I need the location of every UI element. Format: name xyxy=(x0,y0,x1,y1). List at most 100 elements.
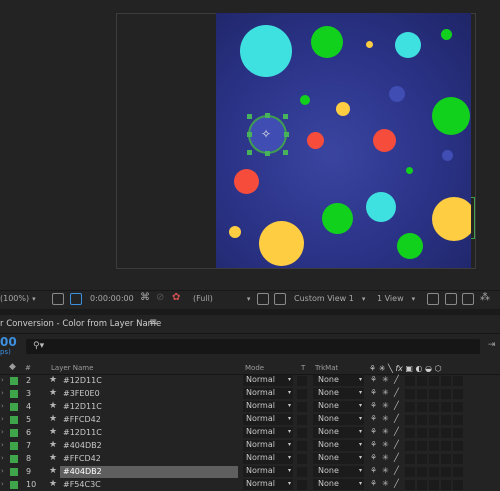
yellow-dot[interactable] xyxy=(229,226,241,238)
red-dot[interactable] xyxy=(234,169,259,194)
motion-blur-switch[interactable] xyxy=(429,376,439,386)
trkmat-column[interactable]: TrkMat xyxy=(315,364,338,372)
collapse-switch-icon[interactable]: ✳ xyxy=(382,427,389,436)
layer-name-column[interactable]: Layer Name xyxy=(51,364,93,372)
adjustment-layer-switch[interactable] xyxy=(441,454,451,464)
network-icon[interactable]: ⁂ xyxy=(480,292,490,303)
shy-switch-icon[interactable]: ⚘ xyxy=(370,479,377,488)
search-input[interactable] xyxy=(26,339,480,354)
timeline-panel-tab[interactable]: r Conversion - Color from Layer Name ≡ xyxy=(0,315,500,334)
label-color-swatch[interactable] xyxy=(10,455,18,463)
shy-switch-icon[interactable]: ⚘ xyxy=(370,440,377,449)
twirl-down-icon[interactable]: › xyxy=(1,441,4,449)
frame-blend-switch[interactable] xyxy=(417,480,427,490)
motion-blur-switch[interactable] xyxy=(429,480,439,490)
adjustment-layer-switch[interactable] xyxy=(441,428,451,438)
blue-dot[interactable] xyxy=(442,150,453,161)
green-dot[interactable] xyxy=(300,95,310,105)
collapse-switch-icon[interactable]: ✳ xyxy=(382,388,389,397)
adjustment-layer-switch[interactable] xyxy=(441,441,451,451)
frame-blend-switch[interactable] xyxy=(417,415,427,425)
mode-dropdown[interactable]: Normal ▾ xyxy=(243,388,293,399)
transform-handle[interactable] xyxy=(283,114,288,119)
effects-switch[interactable] xyxy=(405,467,415,477)
transparency-grid-icon[interactable] xyxy=(274,293,286,305)
quality-switch-icon[interactable]: ╱ xyxy=(394,414,399,423)
color-channels-icon[interactable]: ✿ xyxy=(172,292,180,303)
3d-layer-switch[interactable] xyxy=(453,454,463,464)
quality-switch-icon[interactable]: ╱ xyxy=(394,453,399,462)
label-color-swatch[interactable] xyxy=(10,468,18,476)
layer-name-cell[interactable]: #12D11C xyxy=(60,401,238,413)
shy-switch-icon[interactable]: ⚘ xyxy=(370,466,377,475)
anchor-point-icon[interactable]: ✧ xyxy=(261,128,271,140)
label-color-swatch[interactable] xyxy=(10,403,18,411)
share-view-icon[interactable] xyxy=(462,293,474,305)
layer-name-cell[interactable]: #FFCD42 xyxy=(60,414,238,426)
green-dot[interactable] xyxy=(311,26,343,58)
trkmat-dropdown[interactable]: None ▾ xyxy=(313,453,364,464)
shy-switch-icon[interactable]: ⚘ xyxy=(370,375,377,384)
mode-dropdown[interactable]: Normal ▾ xyxy=(243,466,293,477)
layer-row[interactable]: › 7 ★ #404DB2 Normal ▾ None ▾ ⚘ ✳ ╱ xyxy=(0,440,500,452)
view-dropdown[interactable]: Custom View 1 ▾ xyxy=(294,294,365,303)
twirl-down-icon[interactable]: › xyxy=(1,428,4,436)
trkmat-dropdown[interactable]: None ▾ xyxy=(313,440,364,451)
twirl-down-icon[interactable]: › xyxy=(1,389,4,397)
frame-blend-switch[interactable] xyxy=(417,454,427,464)
preserve-transparency-toggle[interactable] xyxy=(297,441,307,451)
preserve-transparency-toggle[interactable] xyxy=(297,454,307,464)
mode-dropdown[interactable]: Normal ▾ xyxy=(243,453,293,464)
layer-name-cell[interactable]: #3FE0E0 xyxy=(60,388,238,400)
3d-layer-switch[interactable] xyxy=(453,441,463,451)
transform-handle[interactable] xyxy=(284,132,289,137)
shy-switch-icon[interactable]: ⚘ xyxy=(370,414,377,423)
trkmat-dropdown[interactable]: None ▾ xyxy=(313,479,364,490)
adjustment-layer-switch[interactable] xyxy=(441,467,451,477)
layer-name-cell[interactable]: #FFCD42 xyxy=(60,453,238,465)
twirl-down-icon[interactable]: › xyxy=(1,454,4,462)
layer-row[interactable]: › 10 ★ #F54C3C Normal ▾ None ▾ ⚘ ✳ ╱ xyxy=(0,479,500,491)
quality-switch-icon[interactable]: ╱ xyxy=(394,375,399,384)
green-dot[interactable] xyxy=(322,203,353,234)
transform-handle[interactable] xyxy=(247,132,252,137)
layer-row[interactable]: › 2 ★ #12D11C Normal ▾ None ▾ ⚘ ✳ ╱ xyxy=(0,375,500,387)
layer-name-cell[interactable]: #F54C3C xyxy=(60,479,238,491)
quality-switch-icon[interactable]: ╱ xyxy=(394,388,399,397)
transform-handle[interactable] xyxy=(247,114,252,119)
snapshot-icon[interactable]: ⊘ xyxy=(156,292,164,303)
yellow-dot[interactable] xyxy=(336,102,350,116)
motion-blur-switch[interactable] xyxy=(429,441,439,451)
adjustment-layer-switch[interactable] xyxy=(441,480,451,490)
views-layout-dropdown[interactable]: 1 View ▾ xyxy=(377,294,415,303)
frame-blend-switch[interactable] xyxy=(417,376,427,386)
green-dot[interactable] xyxy=(406,167,413,174)
layer-row[interactable]: › 3 ★ #3FE0E0 Normal ▾ None ▾ ⚘ ✳ ╱ xyxy=(0,388,500,400)
3d-layer-switch[interactable] xyxy=(453,376,463,386)
motion-blur-switch[interactable] xyxy=(429,415,439,425)
3d-layer-switch[interactable] xyxy=(453,402,463,412)
green-dot[interactable] xyxy=(397,233,423,259)
composition-viewer[interactable]: ✧ xyxy=(0,0,500,290)
frame-blend-switch[interactable] xyxy=(417,389,427,399)
label-color-swatch[interactable] xyxy=(10,390,18,398)
layer-name-cell[interactable]: #404DB2 xyxy=(60,466,238,478)
trkmat-dropdown[interactable]: None ▾ xyxy=(313,375,364,386)
collapse-switch-icon[interactable]: ✳ xyxy=(382,414,389,423)
twirl-down-icon[interactable]: › xyxy=(1,376,4,384)
trkmat-dropdown[interactable]: None ▾ xyxy=(313,427,364,438)
preserve-transparency-toggle[interactable] xyxy=(297,376,307,386)
layer-row[interactable]: › 4 ★ #12D11C Normal ▾ None ▾ ⚘ ✳ ╱ xyxy=(0,401,500,413)
quality-switch-icon[interactable]: ╱ xyxy=(394,466,399,475)
blue-dot[interactable] xyxy=(389,86,405,102)
hamburger-menu-icon[interactable]: ≡ xyxy=(149,317,157,328)
red-dot[interactable] xyxy=(307,132,324,149)
timeline-timecode[interactable]: 00 xyxy=(0,335,17,349)
yellow-dot[interactable] xyxy=(432,197,471,241)
transform-handle[interactable] xyxy=(265,151,270,156)
mode-dropdown[interactable]: Normal ▾ xyxy=(243,479,293,490)
layer-name-cell[interactable]: #404DB2 xyxy=(60,440,238,452)
preserve-transparency-toggle[interactable] xyxy=(297,480,307,490)
frame-blend-switch[interactable] xyxy=(417,441,427,451)
transform-handle[interactable] xyxy=(283,150,288,155)
